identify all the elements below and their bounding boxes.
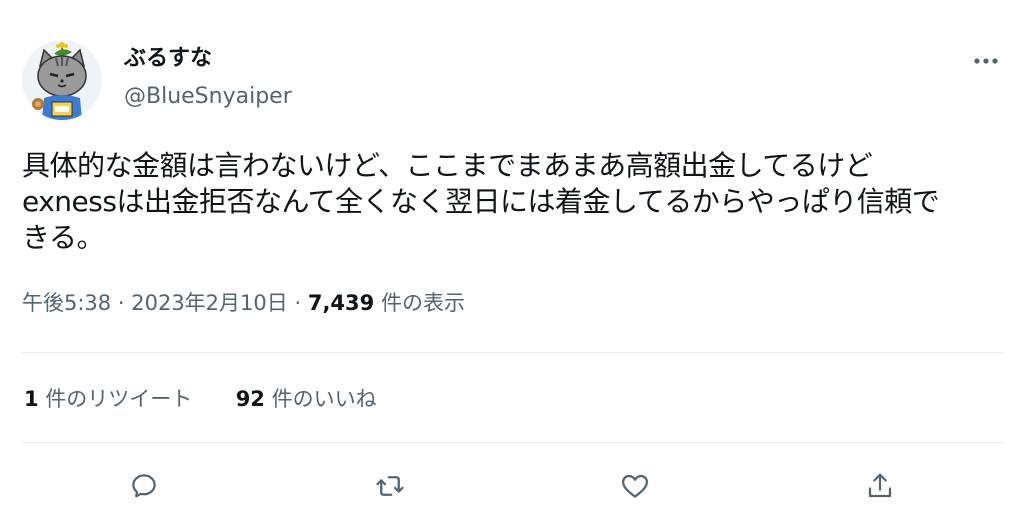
cat-avatar-icon bbox=[32, 42, 87, 120]
heart-icon bbox=[622, 474, 648, 498]
reply-bubble-icon bbox=[132, 474, 156, 498]
share-button[interactable] bbox=[862, 468, 898, 504]
tweet-card: ぶるすな @BlueSnyaiper 具体的な金額は言わないけど、ここまでまあま… bbox=[0, 0, 1024, 525]
like-button[interactable] bbox=[617, 468, 653, 504]
likes-stat[interactable]: 92 件のいいね bbox=[236, 384, 377, 414]
tweet-time[interactable]: 午後5:38 bbox=[22, 291, 111, 315]
retweet-button[interactable] bbox=[372, 468, 408, 504]
retweets-count: 1 bbox=[24, 387, 39, 411]
more-options-button[interactable] bbox=[966, 46, 1006, 76]
tweet-text-line: きる。 bbox=[22, 221, 104, 254]
meta-separator: · bbox=[294, 291, 302, 315]
tweet-meta: 午後5:38 · 2023年2月10日 · 7,439 件の表示 bbox=[22, 288, 465, 318]
views-label: 件の表示 bbox=[380, 291, 465, 315]
share-upload-icon bbox=[868, 473, 892, 498]
user-handle[interactable]: @BlueSnyaiper bbox=[124, 82, 292, 112]
display-name[interactable]: ぶるすな bbox=[124, 44, 212, 74]
views-count: 7,439 bbox=[307, 291, 375, 315]
retweets-stat[interactable]: 1 件のリツイート bbox=[24, 384, 192, 414]
meta-separator: · bbox=[117, 291, 125, 315]
retweet-icon bbox=[376, 476, 404, 496]
divider bbox=[22, 352, 1004, 353]
likes-count: 92 bbox=[235, 387, 265, 411]
tweet-text-line: 具体的な金額は言わないけど、ここまでまあまあ高額出金してるけど bbox=[22, 149, 873, 182]
divider bbox=[22, 442, 1004, 443]
reply-button[interactable] bbox=[126, 468, 162, 504]
likes-label: 件のいいね bbox=[271, 387, 377, 411]
retweets-label: 件のリツイート bbox=[45, 387, 193, 411]
tweet-text-line: exnessは出金拒否なんて全くなく翌日には着金してるからやっぱり信頼で bbox=[22, 185, 940, 218]
tweet-text: 具体的な金額は言わないけど、ここまでまあまあ高額出金してるけど exnessは出… bbox=[22, 148, 1012, 256]
more-horizontal-icon bbox=[974, 58, 998, 64]
engagement-stats: 1 件のリツイート 92 件のいいね bbox=[24, 384, 377, 414]
tweet-date[interactable]: 2023年2月10日 bbox=[131, 291, 288, 315]
avatar[interactable] bbox=[22, 40, 102, 120]
